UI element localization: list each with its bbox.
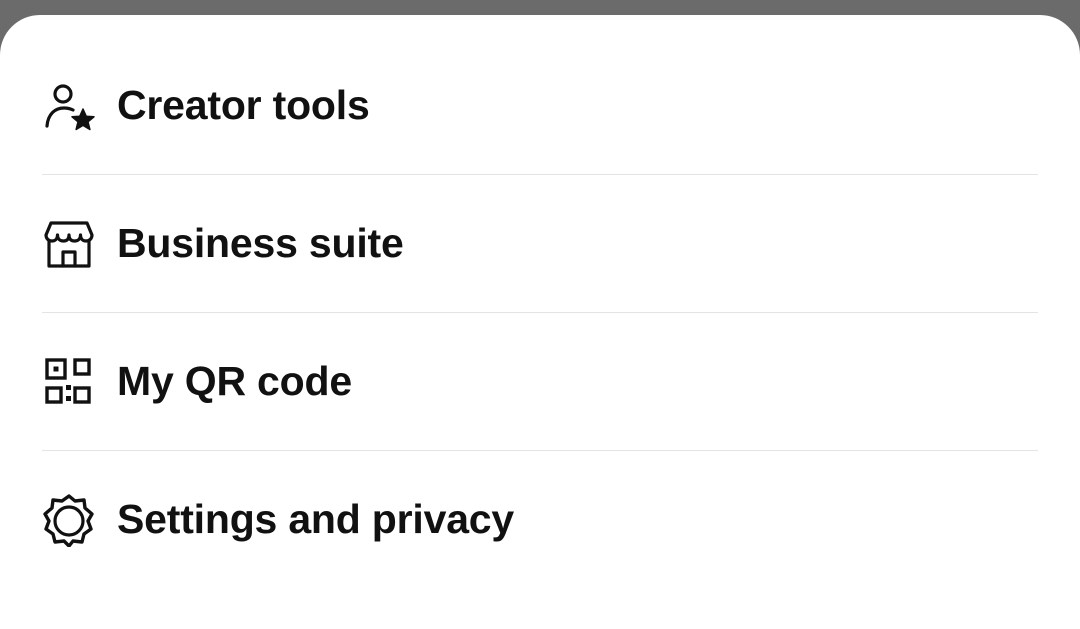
gear-icon — [42, 493, 96, 547]
menu-list: Creator tools Business suite My QR code … — [42, 37, 1038, 588]
menu-item-label: Creator tools — [117, 82, 370, 128]
menu-item-creator-tools[interactable]: Creator tools — [42, 37, 1038, 175]
menu-item-qr-code[interactable]: My QR code — [42, 313, 1038, 451]
qr-code-icon — [42, 355, 96, 409]
menu-item-settings-privacy[interactable]: Settings and privacy — [42, 451, 1038, 588]
menu-item-label: My QR code — [117, 358, 352, 404]
menu-item-label: Settings and privacy — [117, 496, 515, 542]
bottom-sheet: Creator tools Business suite My QR code … — [0, 15, 1080, 629]
creator-star-icon — [42, 79, 96, 133]
menu-item-label: Business suite — [117, 220, 404, 266]
storefront-icon — [42, 217, 96, 271]
menu-item-business-suite[interactable]: Business suite — [42, 175, 1038, 313]
